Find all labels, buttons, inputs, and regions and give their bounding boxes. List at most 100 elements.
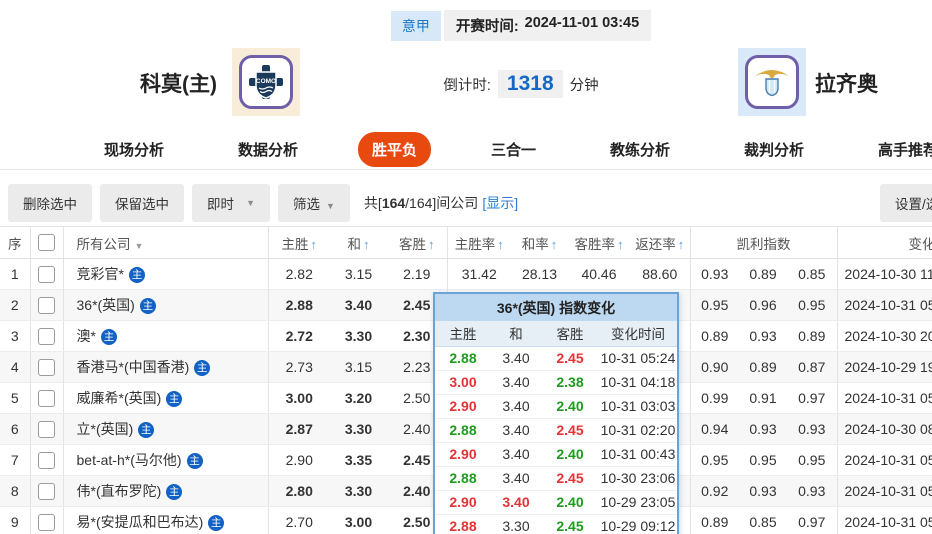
kelly-away: 0.97 xyxy=(787,382,838,414)
odds-home[interactable]: 2.88 xyxy=(268,289,330,321)
tab-live-analysis[interactable]: 现场分析 xyxy=(90,132,178,167)
col-draw-rate[interactable]: 和率 ↑ xyxy=(511,226,568,259)
company-cell[interactable]: 香港马*(中国香港) 主 xyxy=(63,351,269,383)
kelly-home: 0.92 xyxy=(690,475,739,507)
show-link[interactable]: [显示] xyxy=(482,195,518,211)
odds-home[interactable]: 2.87 xyxy=(268,413,330,445)
odds-home[interactable]: 2.80 xyxy=(268,475,330,507)
row-checkbox[interactable] xyxy=(38,389,55,407)
realtime-select[interactable]: 即时 ▼ xyxy=(192,184,270,222)
odds-draw[interactable]: 3.30 xyxy=(330,475,387,507)
league-badge[interactable]: 意甲 xyxy=(390,10,441,41)
select-all-checkbox[interactable] xyxy=(38,234,55,251)
popup-row: 2.88 3.40 2.45 10-31 05:24 xyxy=(435,346,677,371)
company-name[interactable]: 香港马*(中国香港) xyxy=(77,359,190,375)
filter-down-icon: ▼ xyxy=(134,240,144,251)
tab-data-analysis[interactable]: 数据分析 xyxy=(224,132,312,167)
odds-draw[interactable]: 3.00 xyxy=(330,506,387,534)
row-checkbox-cell xyxy=(30,506,64,534)
company-name[interactable]: 易*(安提瓜和巴布达) xyxy=(77,514,204,530)
company-cell[interactable]: 36*(英国) 主 xyxy=(63,289,269,321)
kickoff-time: 2024-11-01 03:45 xyxy=(524,15,640,31)
row-checkbox[interactable] xyxy=(38,420,55,438)
row-checkbox[interactable] xyxy=(38,482,55,500)
kelly-home: 0.93 xyxy=(690,258,739,290)
change-time: 2024-10-31 05:31 xyxy=(837,444,932,476)
popup-odds-draw: 3.40 xyxy=(491,370,541,395)
odds-draw[interactable]: 3.30 xyxy=(330,413,387,445)
company-cell[interactable]: 澳* 主 xyxy=(63,320,269,352)
company-cell[interactable]: 立*(英国) 主 xyxy=(63,413,269,445)
odds-draw[interactable]: 3.20 xyxy=(330,382,387,414)
popup-odds-away: 2.40 xyxy=(541,442,599,467)
home-rate: 31.42 xyxy=(447,258,511,290)
analysis-tabs: 现场分析 数据分析 胜平负 三合一 教练分析 裁判分析 高手推荐 xyxy=(0,130,932,170)
col-away-odds[interactable]: 客胜 ↑ xyxy=(387,226,448,259)
tab-referee-analysis[interactable]: 裁判分析 xyxy=(730,132,818,167)
kelly-away: 0.97 xyxy=(787,506,838,534)
company-name[interactable]: 澳* xyxy=(77,328,96,344)
popup-row: 2.90 3.40 2.40 10-31 03:03 xyxy=(435,394,677,419)
row-index: 2 xyxy=(0,289,31,321)
company-cell[interactable]: 竞彩官* 主 xyxy=(63,258,269,290)
company-name[interactable]: 伟*(直布罗陀) xyxy=(77,483,162,499)
row-checkbox[interactable] xyxy=(38,513,55,531)
settings-button[interactable]: 设置/选项 xyxy=(880,184,932,222)
col-home-odds[interactable]: 主胜 ↑ xyxy=(268,226,330,259)
kelly-home: 0.89 xyxy=(690,320,739,352)
countdown-unit: 分钟 xyxy=(569,77,599,94)
col-company[interactable]: 所有公司 ▼ xyxy=(63,226,269,259)
row-checkbox-cell xyxy=(30,475,64,507)
kelly-draw: 0.89 xyxy=(739,258,787,290)
filter-button[interactable]: 筛选 ▼ xyxy=(278,184,350,222)
popup-odds-home: 2.90 xyxy=(435,442,491,467)
col-index: 序 xyxy=(0,226,31,259)
row-checkbox[interactable] xyxy=(38,451,55,469)
row-checkbox[interactable] xyxy=(38,296,55,314)
delete-selected-button[interactable]: 删除选中 xyxy=(8,184,92,222)
chevron-down-icon: ▼ xyxy=(326,201,335,211)
col-draw-odds[interactable]: 和 ↑ xyxy=(330,226,387,259)
company-name[interactable]: 竞彩官* xyxy=(77,266,124,282)
row-checkbox[interactable] xyxy=(38,327,55,345)
countdown-label: 倒计时: xyxy=(443,77,491,94)
home-badge-icon: 主 xyxy=(128,267,145,283)
popup-odds-away: 2.45 xyxy=(541,514,599,534)
odds-draw[interactable]: 3.15 xyxy=(330,351,387,383)
odds-draw[interactable]: 3.15 xyxy=(330,258,387,290)
popup-odds-draw: 3.40 xyxy=(491,490,541,515)
odds-draw[interactable]: 3.30 xyxy=(330,320,387,352)
col-away-rate[interactable]: 客胜率 ↑ xyxy=(568,226,630,259)
odds-home[interactable]: 2.90 xyxy=(268,444,330,476)
col-change-time[interactable]: 变化时间↑ xyxy=(837,226,932,259)
company-name[interactable]: 36*(英国) xyxy=(77,297,135,313)
company-name[interactable]: 立*(英国) xyxy=(77,421,134,437)
tab-coach-analysis[interactable]: 教练分析 xyxy=(596,132,684,167)
company-name[interactable]: bet-at-h*(马尔他) xyxy=(77,452,182,468)
row-checkbox[interactable] xyxy=(38,358,55,376)
col-payout-rate[interactable]: 返还率 ↑ xyxy=(630,226,691,259)
popup-change-time: 10-31 00:43 xyxy=(599,442,677,467)
countdown-value: 1318 xyxy=(497,70,563,98)
chevron-down-icon: ▼ xyxy=(246,198,255,208)
col-home-rate[interactable]: 主胜率 ↑ xyxy=(447,226,511,259)
popup-odds-home: 2.90 xyxy=(435,394,491,419)
keep-selected-button[interactable]: 保留选中 xyxy=(100,184,184,222)
odds-draw[interactable]: 3.40 xyxy=(330,289,387,321)
company-name[interactable]: 威廉希*(英国) xyxy=(77,390,162,406)
odds-home[interactable]: 3.00 xyxy=(268,382,330,414)
company-cell[interactable]: bet-at-h*(马尔他) 主 xyxy=(63,444,269,476)
odds-home[interactable]: 2.82 xyxy=(268,258,330,290)
tab-expert-picks[interactable]: 高手推荐 xyxy=(864,132,932,167)
odds-away[interactable]: 2.19 xyxy=(387,258,448,290)
tab-win-draw-lose[interactable]: 胜平负 xyxy=(357,132,431,167)
odds-draw[interactable]: 3.35 xyxy=(330,444,387,476)
tab-three-in-one[interactable]: 三合一 xyxy=(477,132,550,167)
company-cell[interactable]: 易*(安提瓜和巴布达) 主 xyxy=(63,506,269,534)
odds-home[interactable]: 2.70 xyxy=(268,506,330,534)
odds-home[interactable]: 2.72 xyxy=(268,320,330,352)
company-cell[interactable]: 威廉希*(英国) 主 xyxy=(63,382,269,414)
company-cell[interactable]: 伟*(直布罗陀) 主 xyxy=(63,475,269,507)
row-checkbox[interactable] xyxy=(38,265,55,283)
odds-home[interactable]: 2.73 xyxy=(268,351,330,383)
